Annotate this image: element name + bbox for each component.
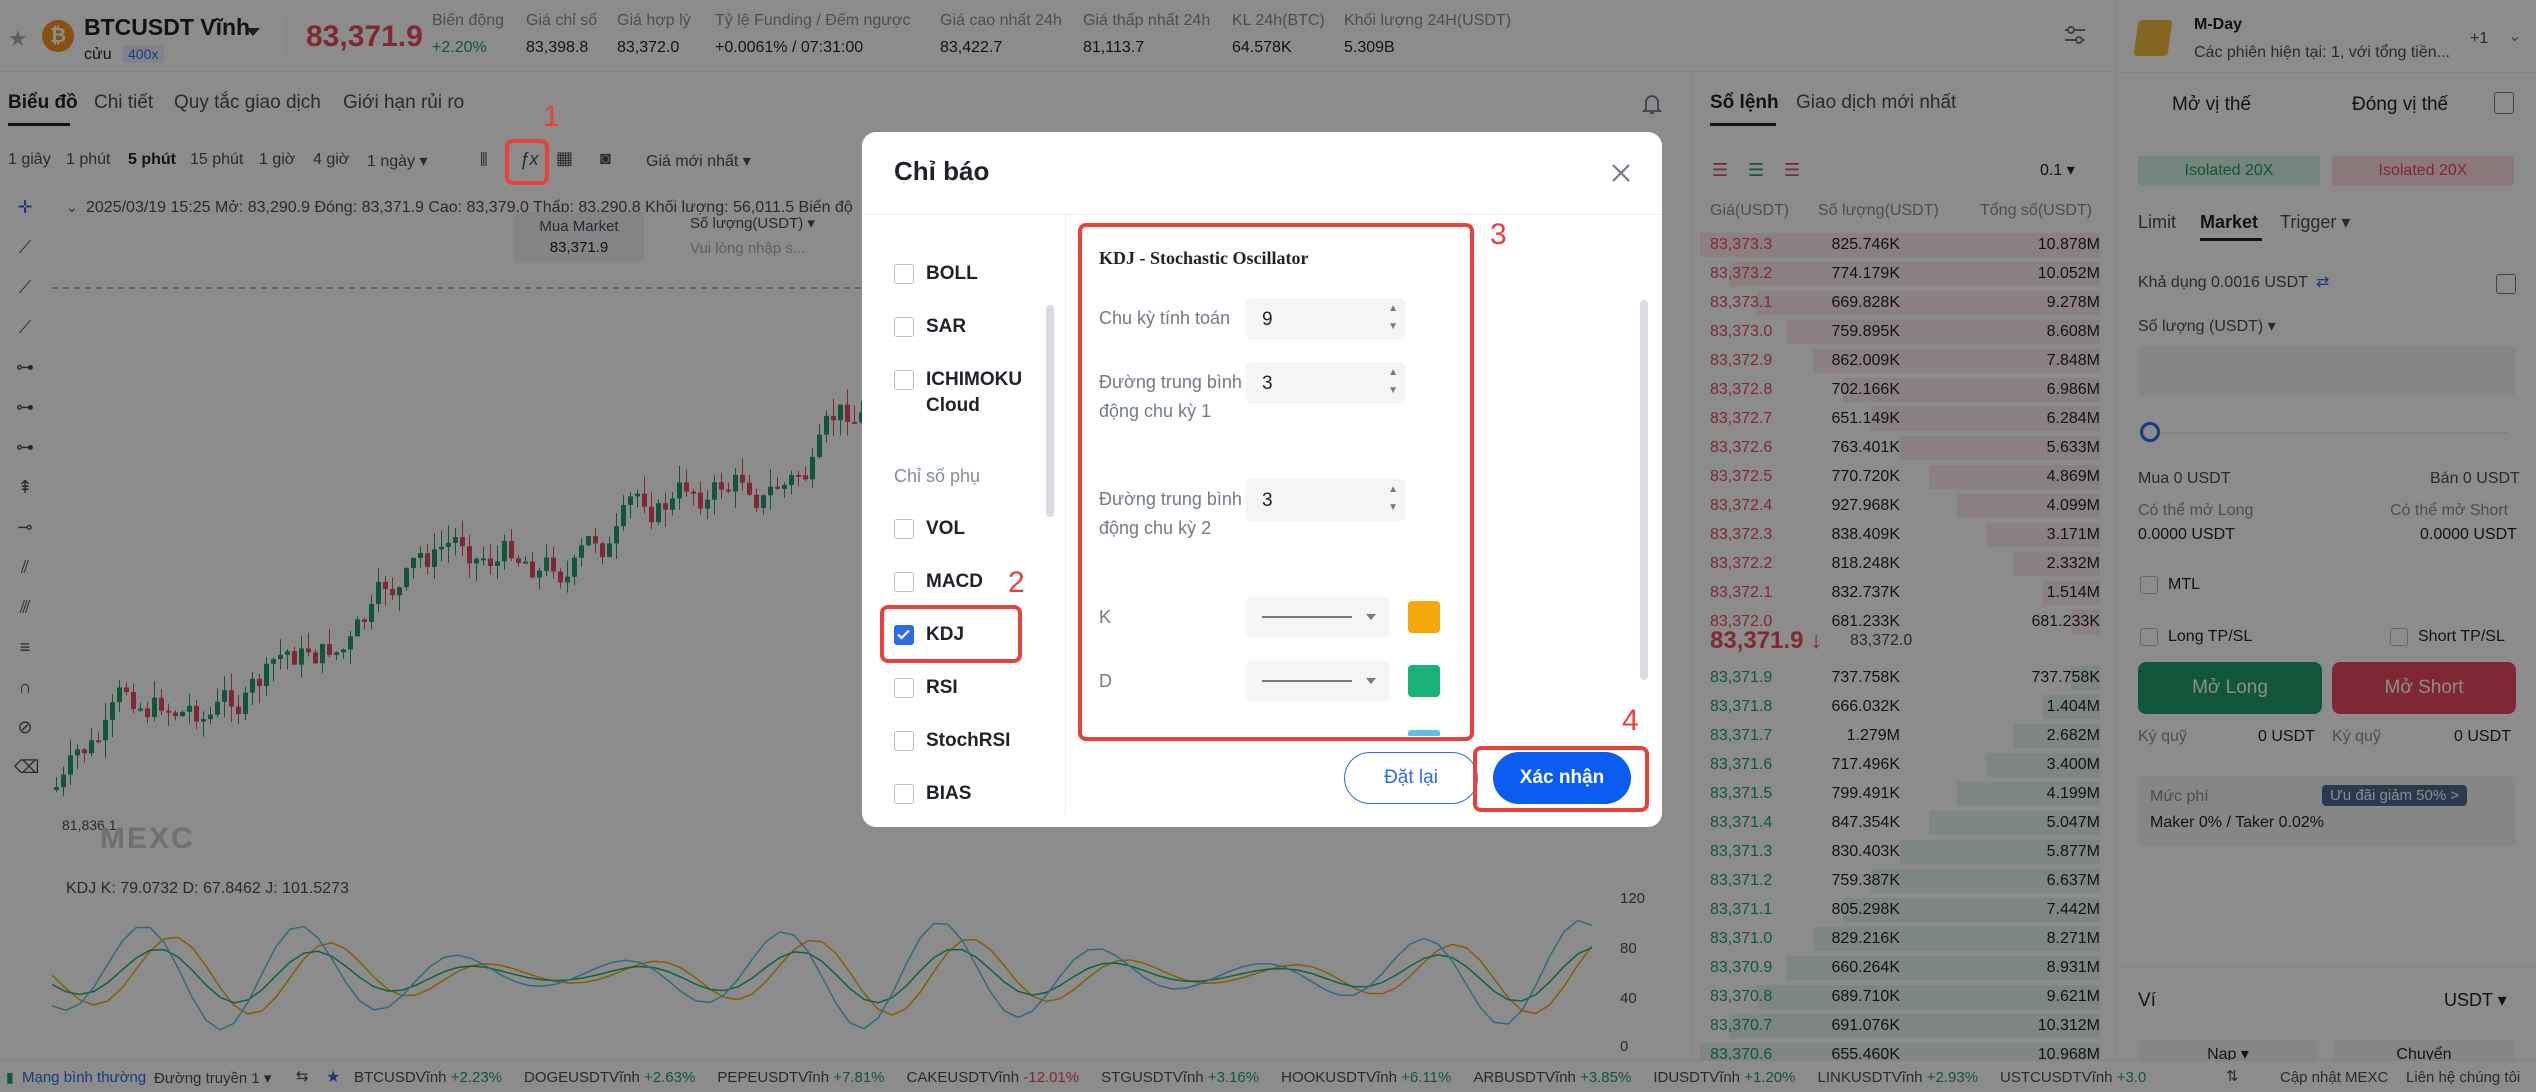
step-number-1: 1 bbox=[543, 100, 560, 133]
sub-indicator-heading: Chỉ số phụ bbox=[894, 466, 981, 486]
modal-divider bbox=[862, 214, 1662, 215]
highlight-kdj bbox=[880, 605, 1022, 663]
indicator-sar[interactable]: SAR bbox=[926, 314, 966, 340]
vol-checkbox[interactable] bbox=[894, 519, 914, 539]
rsi-checkbox[interactable] bbox=[894, 678, 914, 698]
modal-title: Chỉ báo bbox=[894, 156, 990, 186]
ichimoku-checkbox[interactable] bbox=[894, 370, 914, 390]
highlight-indicator-button bbox=[505, 139, 549, 185]
indicator-boll[interactable]: BOLL bbox=[926, 261, 978, 287]
step-number-2: 2 bbox=[1008, 566, 1025, 599]
sar-checkbox[interactable] bbox=[894, 317, 914, 337]
indicator-vol[interactable]: VOL bbox=[926, 516, 965, 542]
reset-button[interactable]: Đặt lại bbox=[1344, 752, 1478, 804]
highlight-settings bbox=[1078, 223, 1474, 741]
bias-checkbox[interactable] bbox=[894, 784, 914, 804]
indicator-bias[interactable]: BIAS bbox=[926, 781, 971, 807]
modal-column-divider bbox=[1065, 214, 1066, 814]
step-number-3: 3 bbox=[1490, 218, 1507, 251]
indicator-rsi[interactable]: RSI bbox=[926, 675, 958, 701]
boll-checkbox[interactable] bbox=[894, 264, 914, 284]
indicator-ichimoku[interactable]: ICHIMOKU Cloud bbox=[926, 367, 1046, 419]
list-scrollbar[interactable] bbox=[1046, 305, 1054, 517]
settings-scrollbar[interactable] bbox=[1640, 300, 1648, 680]
step-number-4: 4 bbox=[1622, 704, 1639, 737]
highlight-confirm bbox=[1473, 746, 1649, 812]
stochrsi-checkbox[interactable] bbox=[894, 731, 914, 751]
macd-checkbox[interactable] bbox=[894, 572, 914, 592]
close-icon[interactable] bbox=[1608, 160, 1634, 186]
indicator-stochrsi[interactable]: StochRSI bbox=[926, 728, 1010, 754]
indicator-macd[interactable]: MACD bbox=[926, 569, 983, 595]
